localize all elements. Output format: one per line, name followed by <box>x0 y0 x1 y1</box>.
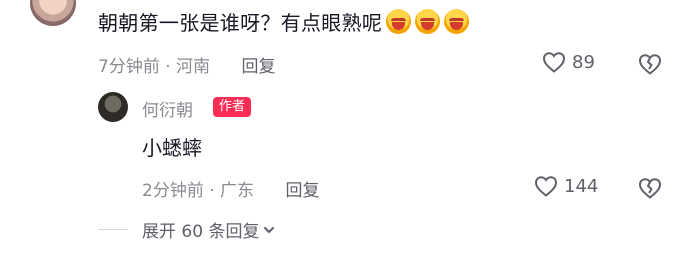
comment-body: 朝朝第一张是谁呀？有点眼熟呢 <box>98 11 383 35</box>
reply-like-button[interactable]: 144 <box>534 175 598 197</box>
like-button[interactable]: 89 <box>542 51 595 73</box>
broken-heart-icon[interactable] <box>638 53 662 75</box>
chevron-down-icon <box>262 223 276 237</box>
divider <box>98 229 128 230</box>
angry-grin-emoji-icon <box>386 9 412 34</box>
angry-grin-emoji-icon <box>415 9 441 34</box>
author-avatar[interactable] <box>98 92 128 122</box>
reply-button[interactable]: 回复 <box>241 57 275 77</box>
reply-text: 小蟋蟀 <box>142 136 202 160</box>
reply-button[interactable]: 回复 <box>285 181 319 201</box>
author-badge: 作者 <box>213 97 252 117</box>
expand-replies-button[interactable]: 展开 60 条回复 <box>142 217 276 242</box>
commenter-avatar[interactable] <box>30 0 76 26</box>
broken-heart-icon[interactable] <box>638 177 662 199</box>
reply-location: 广东 <box>220 181 255 201</box>
reply-like-count: 144 <box>564 175 599 197</box>
like-count: 89 <box>572 51 595 73</box>
expand-replies-label: 展开 60 条回复 <box>142 222 260 242</box>
reply-time: 2分钟前 <box>142 181 204 201</box>
heart-icon <box>542 51 566 73</box>
comment-text: 朝朝第一张是谁呀？有点眼熟呢 <box>98 8 470 38</box>
comment-time: 7分钟前 <box>98 57 160 77</box>
angry-grin-emoji-icon <box>444 9 470 34</box>
author-name[interactable]: 何衍朝 <box>142 96 193 121</box>
meta-separator: · <box>209 181 215 201</box>
meta-separator: · <box>165 57 171 77</box>
comment-meta: 7分钟前 · 河南 回复 <box>98 52 275 77</box>
comment-location: 河南 <box>176 57 211 77</box>
heart-icon <box>534 175 558 197</box>
reply-meta: 2分钟前 · 广东 回复 <box>142 176 319 201</box>
